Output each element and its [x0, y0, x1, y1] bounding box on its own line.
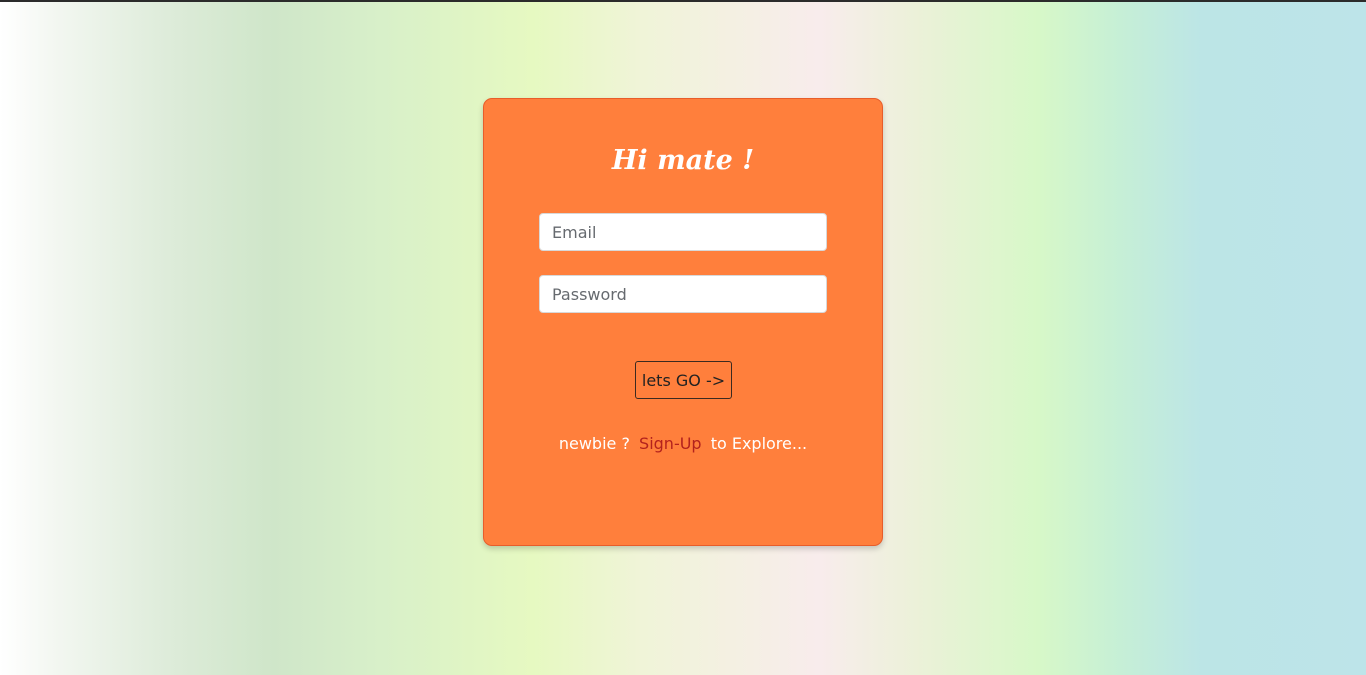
signup-suffix-text: to Explore...: [710, 434, 808, 453]
email-input[interactable]: [539, 213, 827, 251]
signup-link[interactable]: Sign-Up: [639, 434, 702, 453]
signup-prefix-text: newbie ?: [558, 434, 630, 453]
password-input[interactable]: [539, 275, 827, 313]
login-card: Hi mate ! lets GO -> newbie ? Sign-Up to…: [483, 98, 883, 546]
signup-prompt: newbie ? Sign-Up to Explore...: [484, 434, 882, 453]
login-submit-button[interactable]: lets GO ->: [635, 361, 732, 399]
window-top-border: [0, 0, 1366, 2]
login-title: Hi mate !: [611, 145, 755, 176]
